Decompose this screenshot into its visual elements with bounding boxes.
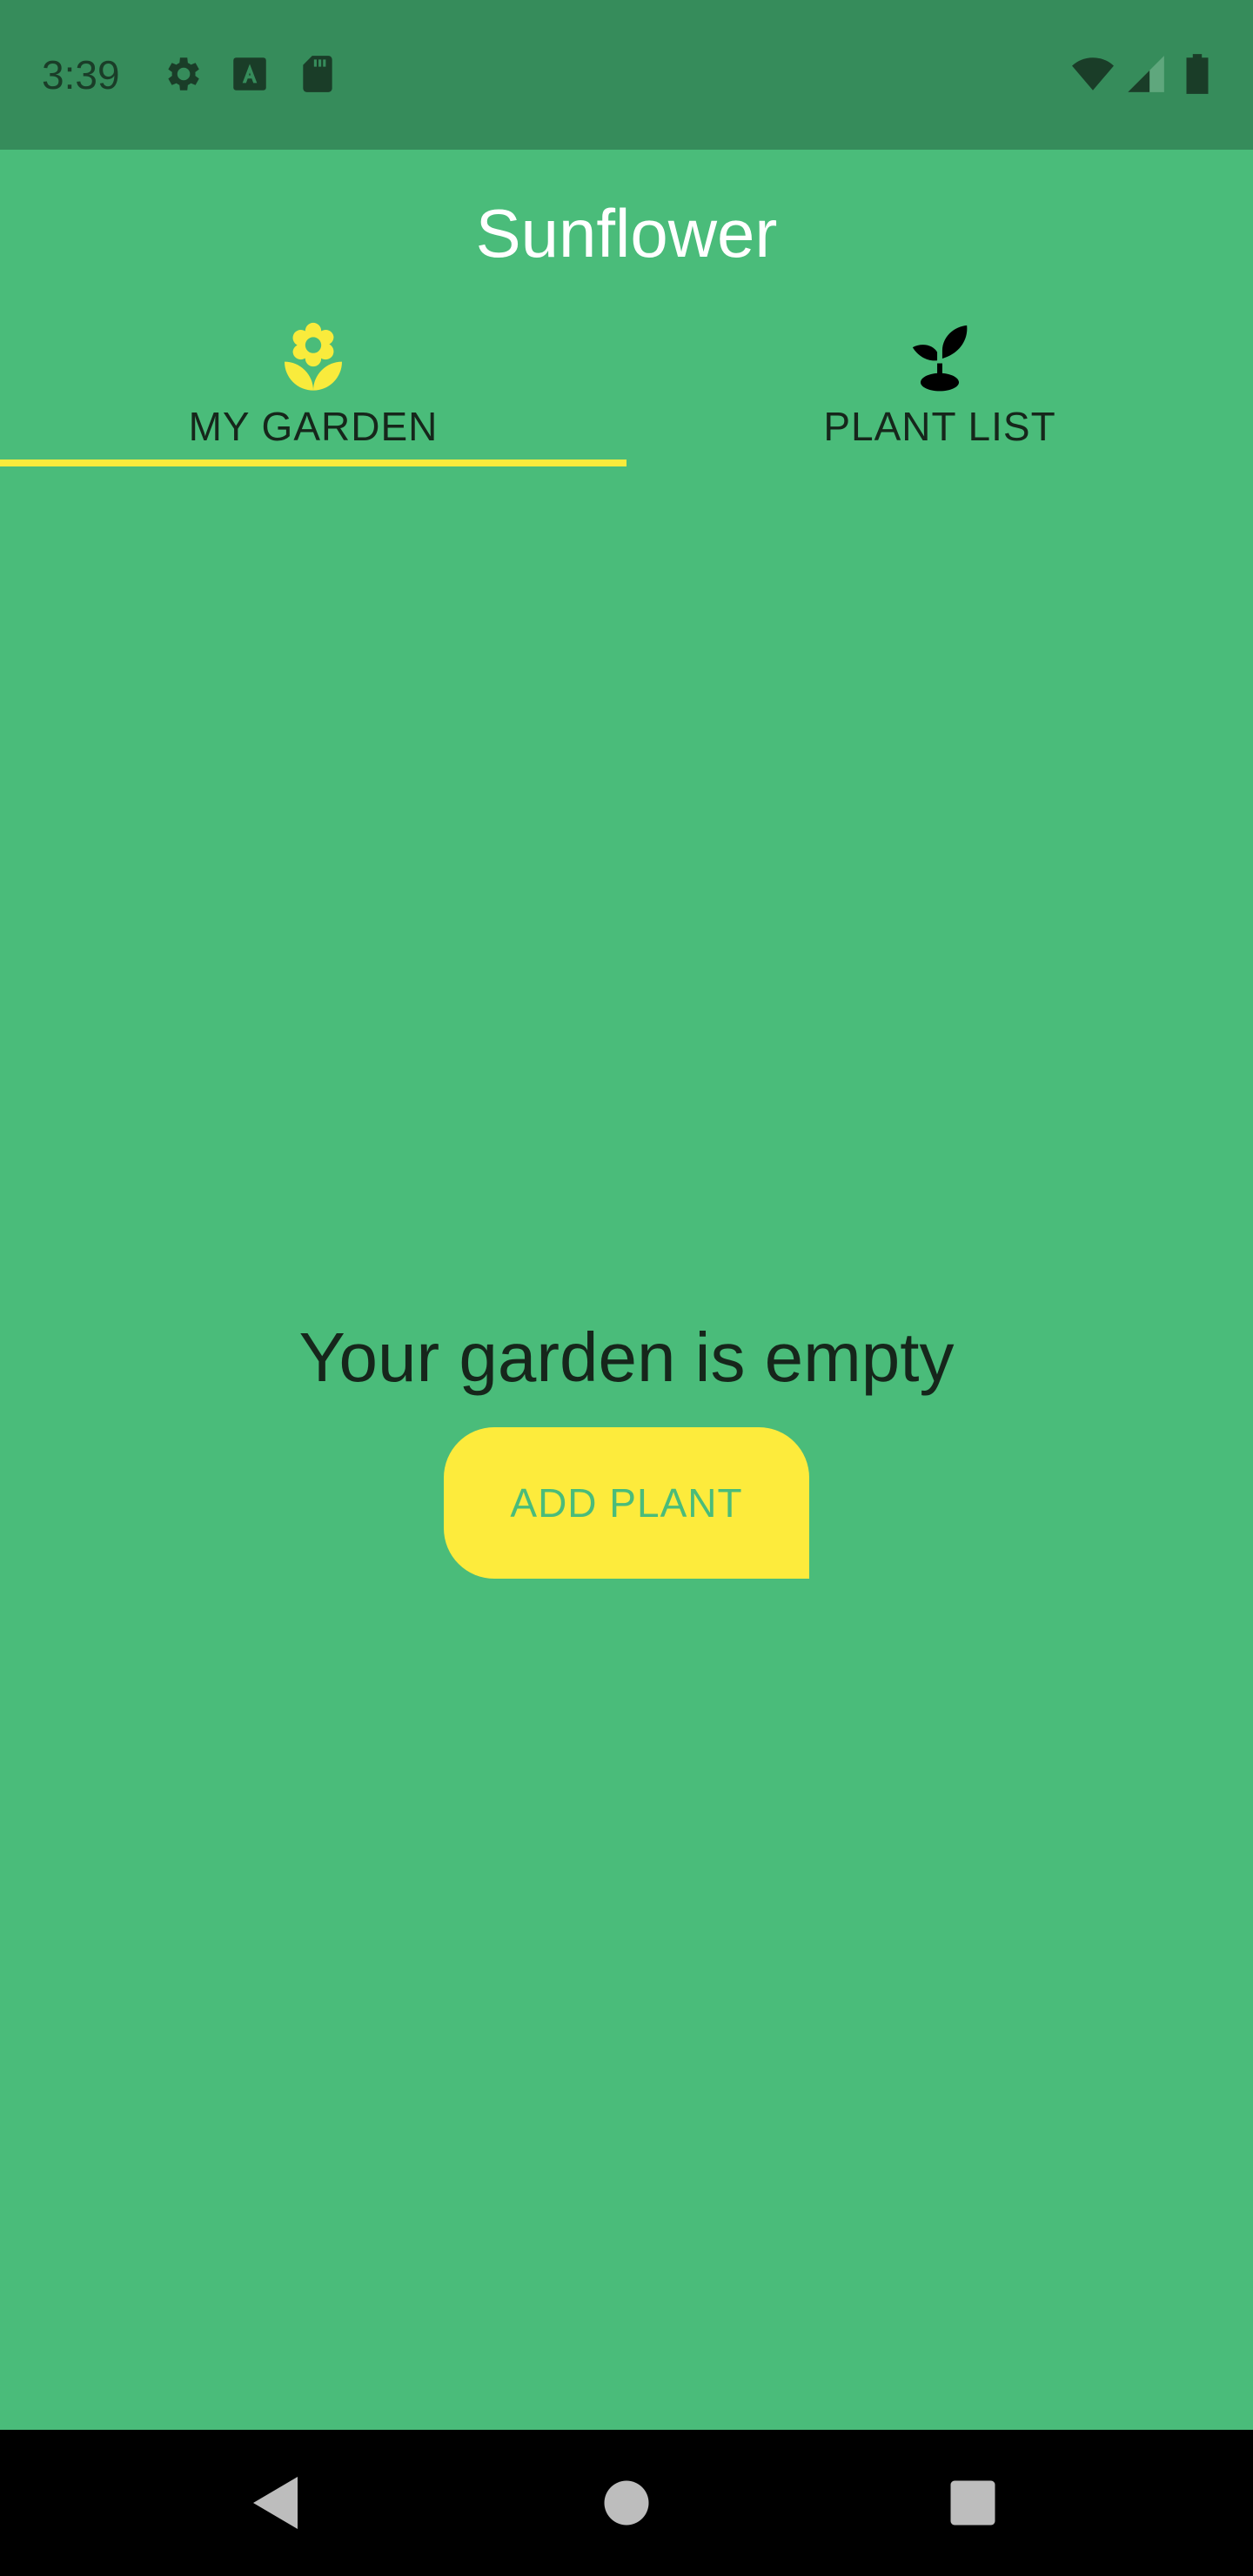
tab-plant-list-label: PLANT LIST: [823, 404, 1056, 449]
sd-card-icon: [296, 52, 339, 96]
signal-icon: [1124, 52, 1168, 96]
system-navigation-bar: [0, 2430, 1253, 2576]
add-plant-button-label: ADD PLANT: [510, 1480, 743, 1526]
status-time: 3:39: [42, 52, 120, 97]
flower-icon: [275, 320, 352, 397]
home-icon[interactable]: [595, 2472, 658, 2534]
status-bar: 3:39: [0, 0, 1253, 150]
tab-selected-indicator: [0, 460, 626, 466]
tab-plant-list[interactable]: PLANT LIST: [626, 313, 1253, 466]
text-recognition-icon: [228, 52, 271, 96]
wifi-icon: [1069, 52, 1117, 96]
tab-my-garden-label: MY GARDEN: [188, 404, 439, 449]
empty-garden-message: Your garden is empty: [298, 1318, 955, 1396]
tab-my-garden[interactable]: MY GARDEN: [0, 313, 626, 466]
battery-icon: [1182, 52, 1213, 96]
back-icon[interactable]: [245, 2472, 308, 2534]
add-plant-button[interactable]: ADD PLANT: [444, 1427, 809, 1579]
recents-icon[interactable]: [941, 2472, 1004, 2534]
app-title: Sunflower: [475, 195, 778, 272]
sprout-icon: [901, 320, 978, 397]
settings-icon: [160, 52, 204, 96]
